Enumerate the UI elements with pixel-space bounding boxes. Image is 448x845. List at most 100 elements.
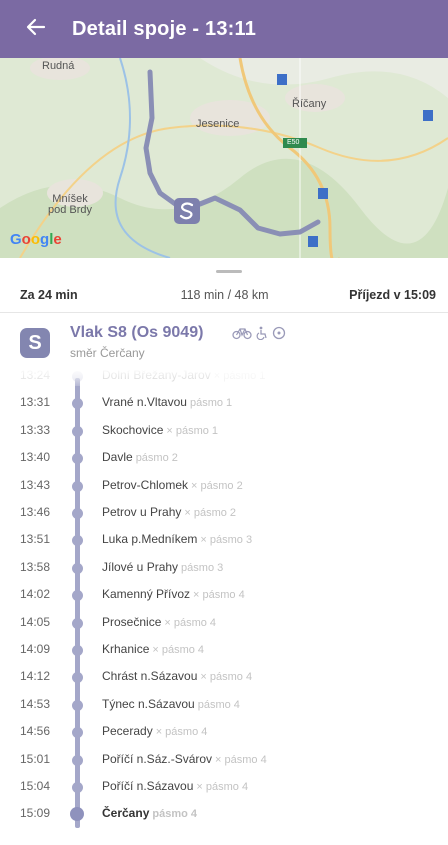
stop-zone: × pásmo 4 xyxy=(215,753,267,766)
stop-name-wrapper: Petrov-Chlomek × pásmo 2 xyxy=(102,478,243,492)
stop-time: 13:43 xyxy=(20,477,51,492)
stop-name: Poříčí n.Sázavou xyxy=(102,779,194,793)
stop-name: Petrov-Chlomek xyxy=(102,477,189,492)
stop-zone: × pásmo 4 xyxy=(196,781,249,793)
stop-time: 13:46 xyxy=(20,505,51,519)
stop-time: 14:12 xyxy=(20,669,51,684)
stop-dot xyxy=(72,672,83,684)
stop-dot xyxy=(72,480,83,492)
stop-row[interactable]: 13:58 Jílové u Prahy pásmo 3 xyxy=(0,558,448,578)
stop-name: Petrov u Prahy xyxy=(102,505,182,519)
trip-summary: Za 24 min 118 min / 48 km Příjezd v 15:0… xyxy=(0,282,448,308)
stop-name-wrapper: Petrov u Prahy × pásmo 2 xyxy=(102,505,236,519)
train-s-badge: S xyxy=(20,328,50,358)
stop-name-wrapper: Vrané n.Vltavou pásmo 1 xyxy=(102,395,232,409)
stop-name: Čerčany xyxy=(102,806,150,821)
stop-row[interactable]: 15:04 Poříčí n.Sázavou × pásmo 4 xyxy=(0,777,448,797)
stop-name-wrapper: Prosečnice × pásmo 4 xyxy=(102,615,216,629)
wheelchair-icon xyxy=(255,326,269,345)
stop-row[interactable]: 14:05 Prosečnice × pásmo 4 xyxy=(0,613,448,633)
bicycle-icon xyxy=(232,326,252,345)
stop-name-wrapper: Davle pásmo 2 xyxy=(102,450,178,464)
stop-time: 13:31 xyxy=(20,395,51,410)
stop-time: 14:05 xyxy=(20,614,51,629)
stop-dot xyxy=(72,453,83,465)
stop-time: 13:40 xyxy=(20,450,51,465)
stop-row[interactable]: 14:53 Týnec n.Sázavou pásmo 4 xyxy=(0,695,448,715)
divider xyxy=(0,312,448,313)
stop-zone: pásmo 2 xyxy=(135,452,178,465)
sheet-drag-handle[interactable] xyxy=(216,270,242,273)
stop-time: 15:04 xyxy=(20,779,51,793)
stop-name: Davle xyxy=(102,450,133,465)
stop-name: Prosečnice xyxy=(102,614,162,629)
stop-name: Jílové u Prahy xyxy=(102,559,179,574)
stop-dot xyxy=(72,508,83,519)
stop-row[interactable]: 13:43 Petrov-Chlomek × pásmo 2 xyxy=(0,476,448,496)
stop-name-wrapper: Poříčí n.Sáz.-Svárov × pásmo 4 xyxy=(102,752,267,766)
stop-time: 13:51 xyxy=(20,532,51,547)
departs-in: Za 24 min xyxy=(20,288,78,302)
stop-zone: pásmo 4 xyxy=(152,808,198,821)
stop-dot xyxy=(72,425,83,437)
trip-duration: 118 min / 48 km xyxy=(180,288,269,302)
stop-row[interactable]: 14:02 Kamenný Přívoz × pásmo 4 xyxy=(0,585,448,605)
stop-name-wrapper: Krhanice × pásmo 4 xyxy=(102,642,204,656)
stop-time: 14:53 xyxy=(20,696,51,711)
stop-zone: × pásmo 1 xyxy=(166,424,219,437)
stop-name-wrapper: Poříčí n.Sázavou × pásmo 4 xyxy=(102,779,248,793)
stop-zone: pásmo 4 xyxy=(197,698,240,711)
stop-name-wrapper: Luka p.Medníkem × pásmo 3 xyxy=(102,532,252,546)
stop-zone: × pásmo 4 xyxy=(200,671,253,684)
stop-dot xyxy=(72,617,83,629)
stop-row[interactable]: 13:31 Vrané n.Vltavou pásmo 1 xyxy=(0,393,448,413)
stop-time: 15:09 xyxy=(20,806,51,821)
stop-row[interactable]: 13:33 Skochovice × pásmo 1 xyxy=(0,421,448,441)
stop-time: 14:56 xyxy=(20,724,51,739)
stop-row[interactable]: 13:51 Luka p.Medníkem × pásmo 3 xyxy=(0,530,448,550)
map-label-ricany: Říčany xyxy=(292,98,327,110)
stop-name: Chrást n.Sázavou xyxy=(102,669,198,684)
stop-row[interactable]: 14:56 Pecerady × pásmo 4 xyxy=(0,722,448,742)
stop-row[interactable]: 15:09 Čerčany pásmo 4 xyxy=(0,804,448,824)
stop-name-wrapper: Pecerady × pásmo 4 xyxy=(102,724,207,738)
back-button[interactable] xyxy=(0,0,72,58)
stop-dot xyxy=(72,754,83,766)
map-label-mnisek-line2: pod Brdy xyxy=(48,204,93,216)
stop-name-wrapper: Čerčany pásmo 4 xyxy=(102,806,197,820)
line-header: S Vlak S8 (Os 9049) směr Čerčany xyxy=(20,322,440,362)
stop-zone: × pásmo 4 xyxy=(193,589,245,602)
map-label-jesenice: Jesenice xyxy=(196,118,240,130)
stop-zone: × pásmo 2 xyxy=(184,507,237,519)
app-bar: Detail spoje - 13:11 xyxy=(0,0,448,58)
stop-dot xyxy=(70,807,84,822)
google-logo: Google xyxy=(10,231,62,248)
stop-name: Krhanice xyxy=(102,642,150,656)
stop-dot xyxy=(72,562,83,574)
stop-name: Luka p.Medníkem xyxy=(102,532,198,547)
stop-name: Skochovice xyxy=(102,422,164,437)
stop-zone: × pásmo 4 xyxy=(164,616,217,629)
stop-row[interactable]: 14:12 Chrást n.Sázavou × pásmo 4 xyxy=(0,667,448,687)
stop-row[interactable]: 13:46 Petrov u Prahy × pásmo 2 xyxy=(0,503,448,523)
stop-name-wrapper: Jílové u Prahy pásmo 3 xyxy=(102,560,223,574)
stop-zone: × pásmo 4 xyxy=(155,726,208,739)
stop-row[interactable]: 14:09 Krhanice × pásmo 4 xyxy=(0,640,448,660)
map-label-rudna: Rudná xyxy=(42,60,75,72)
line-title: Vlak S8 (Os 9049) xyxy=(70,324,204,341)
map-canvas xyxy=(0,58,448,258)
stop-name-wrapper: Skochovice × pásmo 1 xyxy=(102,423,218,437)
stop-dot xyxy=(72,782,83,793)
stops-timeline[interactable]: 13:24Dolní Břežany-Jarov× pásmo 113:31Vr… xyxy=(0,366,448,842)
page-title: Detail spoje - 13:11 xyxy=(72,17,257,40)
stop-row[interactable]: 13:40 Davle pásmo 2 xyxy=(0,448,448,468)
stop-row[interactable]: 15:01 Poříčí n.Sáz.-Svárov × pásmo 4 xyxy=(0,750,448,770)
stop-zone: pásmo 1 xyxy=(189,397,233,410)
stop-time: 13:33 xyxy=(20,422,51,437)
timeline-fade xyxy=(0,366,448,386)
route-map[interactable]: Rudná Říčany Jesenice E50 Mníšek pod Brd… xyxy=(0,58,448,258)
stop-dot xyxy=(72,535,83,547)
stop-time: 14:02 xyxy=(20,587,51,602)
arrow-left-icon xyxy=(26,17,46,42)
arrival-time: Příjezd v 15:09 xyxy=(349,288,436,302)
